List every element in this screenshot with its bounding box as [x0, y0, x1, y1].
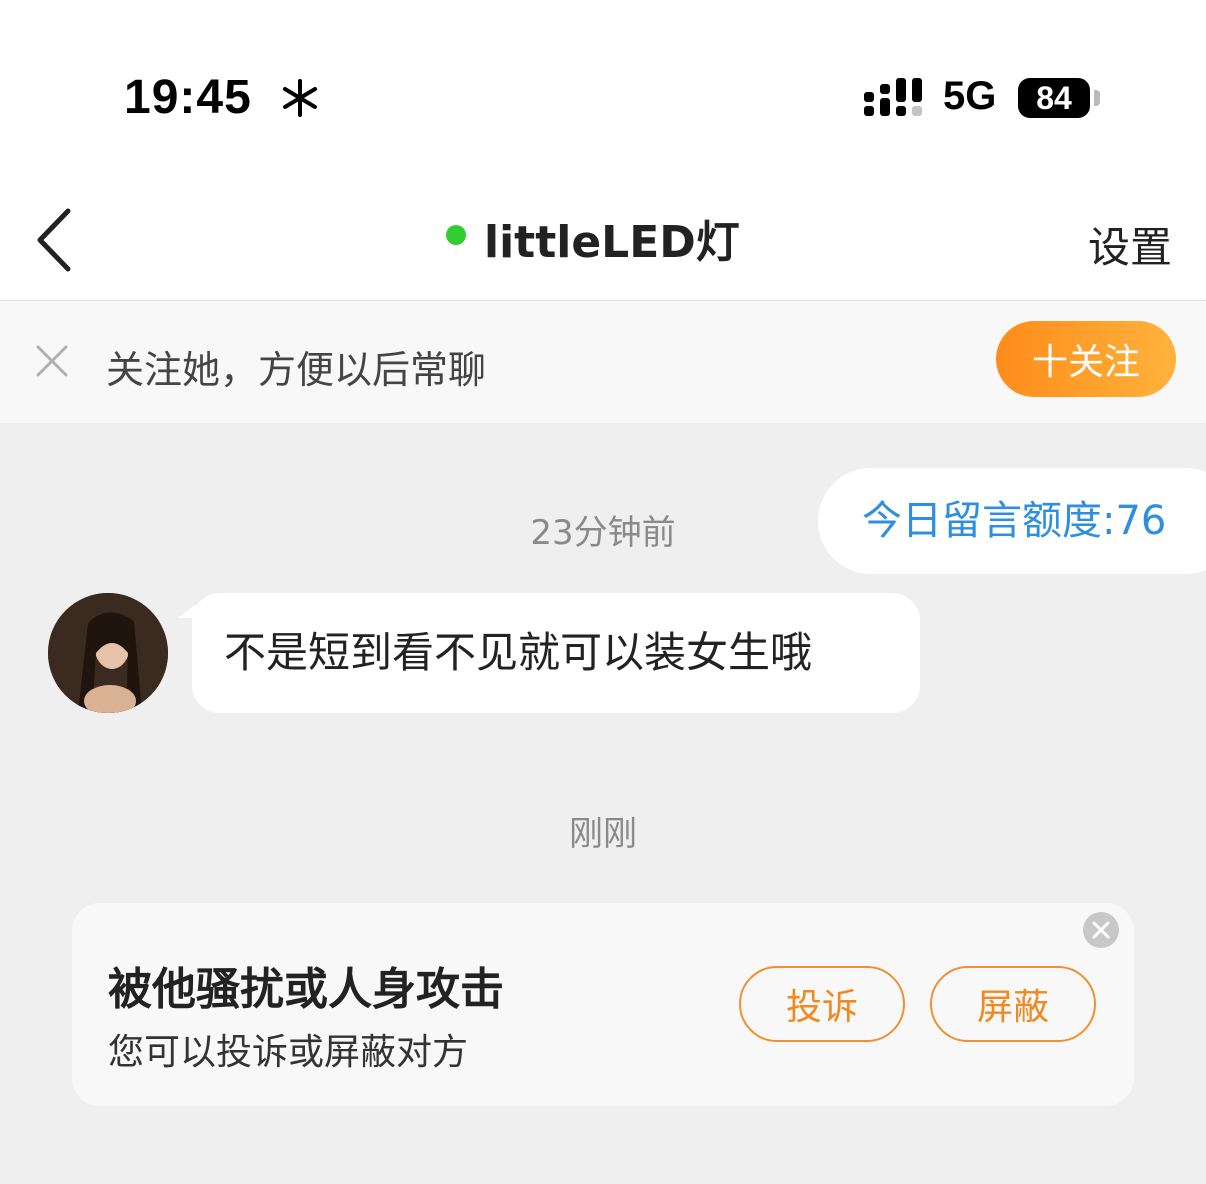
page-title: littleLED灯 [484, 217, 740, 268]
online-status-dot [446, 225, 466, 245]
clock: 19:45 [124, 71, 252, 124]
chat-header: littleLED灯 设置 [0, 180, 1206, 301]
report-card: 被他骚扰或人身攻击 您可以投诉或屏蔽对方 投诉 屏蔽 [72, 903, 1134, 1106]
signal-icon [864, 78, 922, 116]
battery-icon: 84 [1018, 78, 1090, 118]
follow-button[interactable]: 十关注 [996, 321, 1176, 397]
close-icon[interactable] [34, 343, 70, 379]
back-icon[interactable] [30, 205, 80, 275]
report-subtitle: 您可以投诉或屏蔽对方 [108, 1032, 469, 1073]
message-timestamp: 刚刚 [569, 814, 637, 854]
network-type: 5G [943, 74, 997, 118]
report-button[interactable]: 投诉 [739, 966, 905, 1042]
status-bar: 19:45 5G 84 [0, 0, 1206, 180]
incoming-message[interactable]: 不是短到看不见就可以装女生哦 [192, 593, 920, 713]
report-title: 被他骚扰或人身攻击 [108, 964, 504, 1015]
avatar[interactable] [48, 593, 168, 713]
avatar-image [48, 593, 168, 713]
settings-button[interactable]: 设置 [1088, 214, 1172, 275]
block-button[interactable]: 屏蔽 [930, 966, 1096, 1042]
snowflake-icon [283, 79, 317, 117]
close-icon[interactable] [1082, 911, 1120, 949]
follow-prompt-text: 关注她，方便以后常聊 [106, 348, 487, 392]
battery-cap [1094, 90, 1100, 106]
follow-suggestion-bar: 关注她，方便以后常聊 十关注 [0, 301, 1206, 423]
message-quota-badge: 今日留言额度:76 [818, 468, 1206, 574]
